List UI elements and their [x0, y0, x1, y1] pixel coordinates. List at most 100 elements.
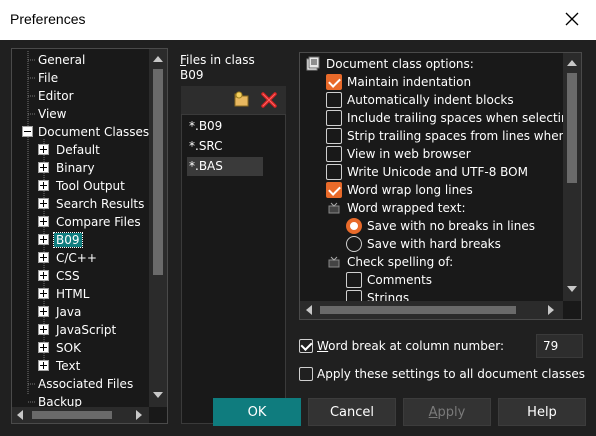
apply-all-checkbox[interactable]	[299, 367, 313, 381]
expand-icon[interactable]	[38, 216, 49, 227]
option-checkbox[interactable]	[326, 128, 342, 144]
cancel-button[interactable]: Cancel	[308, 398, 396, 426]
option-checkbox[interactable]	[326, 92, 342, 108]
tree-item-label: Binary	[56, 161, 95, 175]
tree-scroll-thumb[interactable]	[153, 69, 163, 275]
files-pattern-list[interactable]: *.B09 *.SRC *.BAS	[181, 114, 286, 424]
expand-icon[interactable]	[38, 360, 49, 371]
option-label[interactable]: Comments	[367, 271, 432, 289]
tree-item[interactable]: Java	[54, 303, 83, 321]
expand-icon[interactable]	[38, 198, 49, 209]
option-radio[interactable]	[346, 236, 362, 252]
tree-item[interactable]: SOK	[54, 339, 83, 357]
tree-item-label: C/C++	[56, 251, 97, 265]
scroll-left-icon[interactable]	[17, 410, 23, 420]
options-horizontal-scrollbar[interactable]	[300, 301, 563, 319]
tree-item[interactable]: Binary	[54, 159, 97, 177]
tree-vertical-scrollbar[interactable]	[149, 49, 167, 407]
tree-item[interactable]: General	[36, 51, 87, 69]
option-label[interactable]: Automatically indent blocks	[347, 91, 514, 109]
close-icon[interactable]	[562, 9, 582, 29]
options-hscroll-thumb[interactable]	[320, 306, 516, 314]
expand-icon[interactable]	[38, 324, 49, 335]
option-label[interactable]: Save with hard breaks	[367, 235, 501, 253]
tree-item[interactable]: Editor	[36, 87, 76, 105]
tree-item-label: B09	[53, 232, 83, 248]
file-pattern-item[interactable]: *.BAS	[187, 157, 263, 176]
expand-icon[interactable]	[38, 180, 49, 191]
expand-icon[interactable]	[38, 252, 49, 263]
option-checkbox[interactable]	[326, 110, 342, 126]
word-break-label[interactable]: Word break at column number:	[317, 339, 504, 354]
tree-item-label: File	[38, 71, 59, 85]
option-label[interactable]: Strip trailing spaces from lines when	[347, 127, 566, 145]
word-break-label-text: ord break at column number:	[328, 339, 504, 353]
document-class-options[interactable]: Document class options: Maintain indentat…	[299, 52, 582, 320]
tree-item-label: Tool Output	[56, 179, 125, 193]
files-label-line1: iles in class	[186, 53, 255, 67]
tree-item-label: Editor	[38, 89, 74, 103]
tree-item-label: Search Results	[56, 197, 145, 211]
expand-icon[interactable]	[38, 270, 49, 281]
word-break-column-input[interactable]: 79	[536, 334, 583, 358]
collapse-icon[interactable]	[22, 126, 33, 137]
help-button[interactable]: Help	[498, 398, 586, 426]
apply-button[interactable]: Apply	[403, 398, 491, 426]
options-scroll-thumb[interactable]	[567, 73, 577, 183]
scroll-up-icon[interactable]	[153, 56, 163, 62]
tree-item[interactable]: Default	[54, 141, 102, 159]
tree-hscroll-thumb[interactable]	[32, 411, 112, 419]
options-vertical-scrollbar[interactable]	[563, 53, 581, 301]
tree-item[interactable]: C/C++	[54, 249, 99, 267]
file-pattern-item[interactable]: *.B09	[187, 117, 263, 136]
tree-horizontal-scrollbar[interactable]	[12, 407, 149, 423]
delete-file-pattern-icon[interactable]	[260, 91, 278, 109]
options-scroll-up-icon[interactable]	[567, 60, 577, 66]
preferences-tree[interactable]: General File Editor View Document Classes Def…	[11, 48, 168, 424]
tree-item-label: Associated Files	[38, 377, 134, 391]
option-checkbox[interactable]	[326, 74, 342, 90]
tree-item[interactable]: HTML	[54, 285, 91, 303]
expand-icon[interactable]	[38, 306, 49, 317]
option-label[interactable]: View in web browser	[347, 145, 471, 163]
tree-item[interactable]: Compare Files	[54, 213, 143, 231]
options-scroll-left-icon[interactable]	[306, 305, 312, 315]
option-radio[interactable]	[346, 218, 362, 234]
expand-icon[interactable]	[38, 234, 49, 245]
option-label[interactable]: Include trailing spaces when selecting	[347, 109, 576, 127]
expand-icon[interactable]	[38, 342, 49, 353]
group-icon	[326, 254, 342, 270]
options-scroll-down-icon[interactable]	[567, 286, 577, 292]
tree-item[interactable]: CSS	[54, 267, 82, 285]
option-label[interactable]: Write Unicode and UTF-8 BOM	[347, 163, 528, 181]
option-checkbox[interactable]	[326, 164, 342, 180]
tree-item[interactable]: View	[36, 105, 68, 123]
add-file-pattern-icon[interactable]	[233, 91, 251, 109]
options-scroll-right-icon[interactable]	[548, 305, 554, 315]
tree-item[interactable]: B09	[53, 231, 83, 249]
option-label[interactable]: Maintain indentation	[347, 73, 471, 91]
scroll-right-icon[interactable]	[136, 410, 142, 420]
expand-icon[interactable]	[38, 144, 49, 155]
file-pattern-item[interactable]: *.SRC	[187, 137, 263, 156]
option-checkbox[interactable]	[346, 272, 362, 288]
ok-button[interactable]: OK	[213, 398, 301, 426]
tree-item[interactable]: Text	[54, 357, 82, 375]
option-checkbox[interactable]	[326, 146, 342, 162]
tree-item-label: JavaScript	[56, 323, 117, 337]
expand-icon[interactable]	[38, 162, 49, 173]
option-checkbox[interactable]	[326, 182, 342, 198]
apply-button-label: pply	[437, 405, 466, 420]
option-label[interactable]: Save with no breaks in lines	[367, 217, 535, 235]
tree-item[interactable]: File	[36, 69, 60, 87]
apply-all-label[interactable]: Apply these settings to all document cla…	[317, 367, 585, 382]
scroll-down-icon[interactable]	[153, 392, 163, 398]
tree-item[interactable]: Document Classes	[36, 123, 151, 141]
tree-item[interactable]: JavaScript	[54, 321, 118, 339]
tree-item[interactable]: Associated Files	[36, 375, 135, 393]
word-break-checkbox[interactable]	[299, 339, 313, 353]
tree-item[interactable]: Tool Output	[54, 177, 127, 195]
tree-item[interactable]: Search Results	[54, 195, 146, 213]
option-label[interactable]: Word wrap long lines	[347, 181, 473, 199]
expand-icon[interactable]	[38, 288, 49, 299]
